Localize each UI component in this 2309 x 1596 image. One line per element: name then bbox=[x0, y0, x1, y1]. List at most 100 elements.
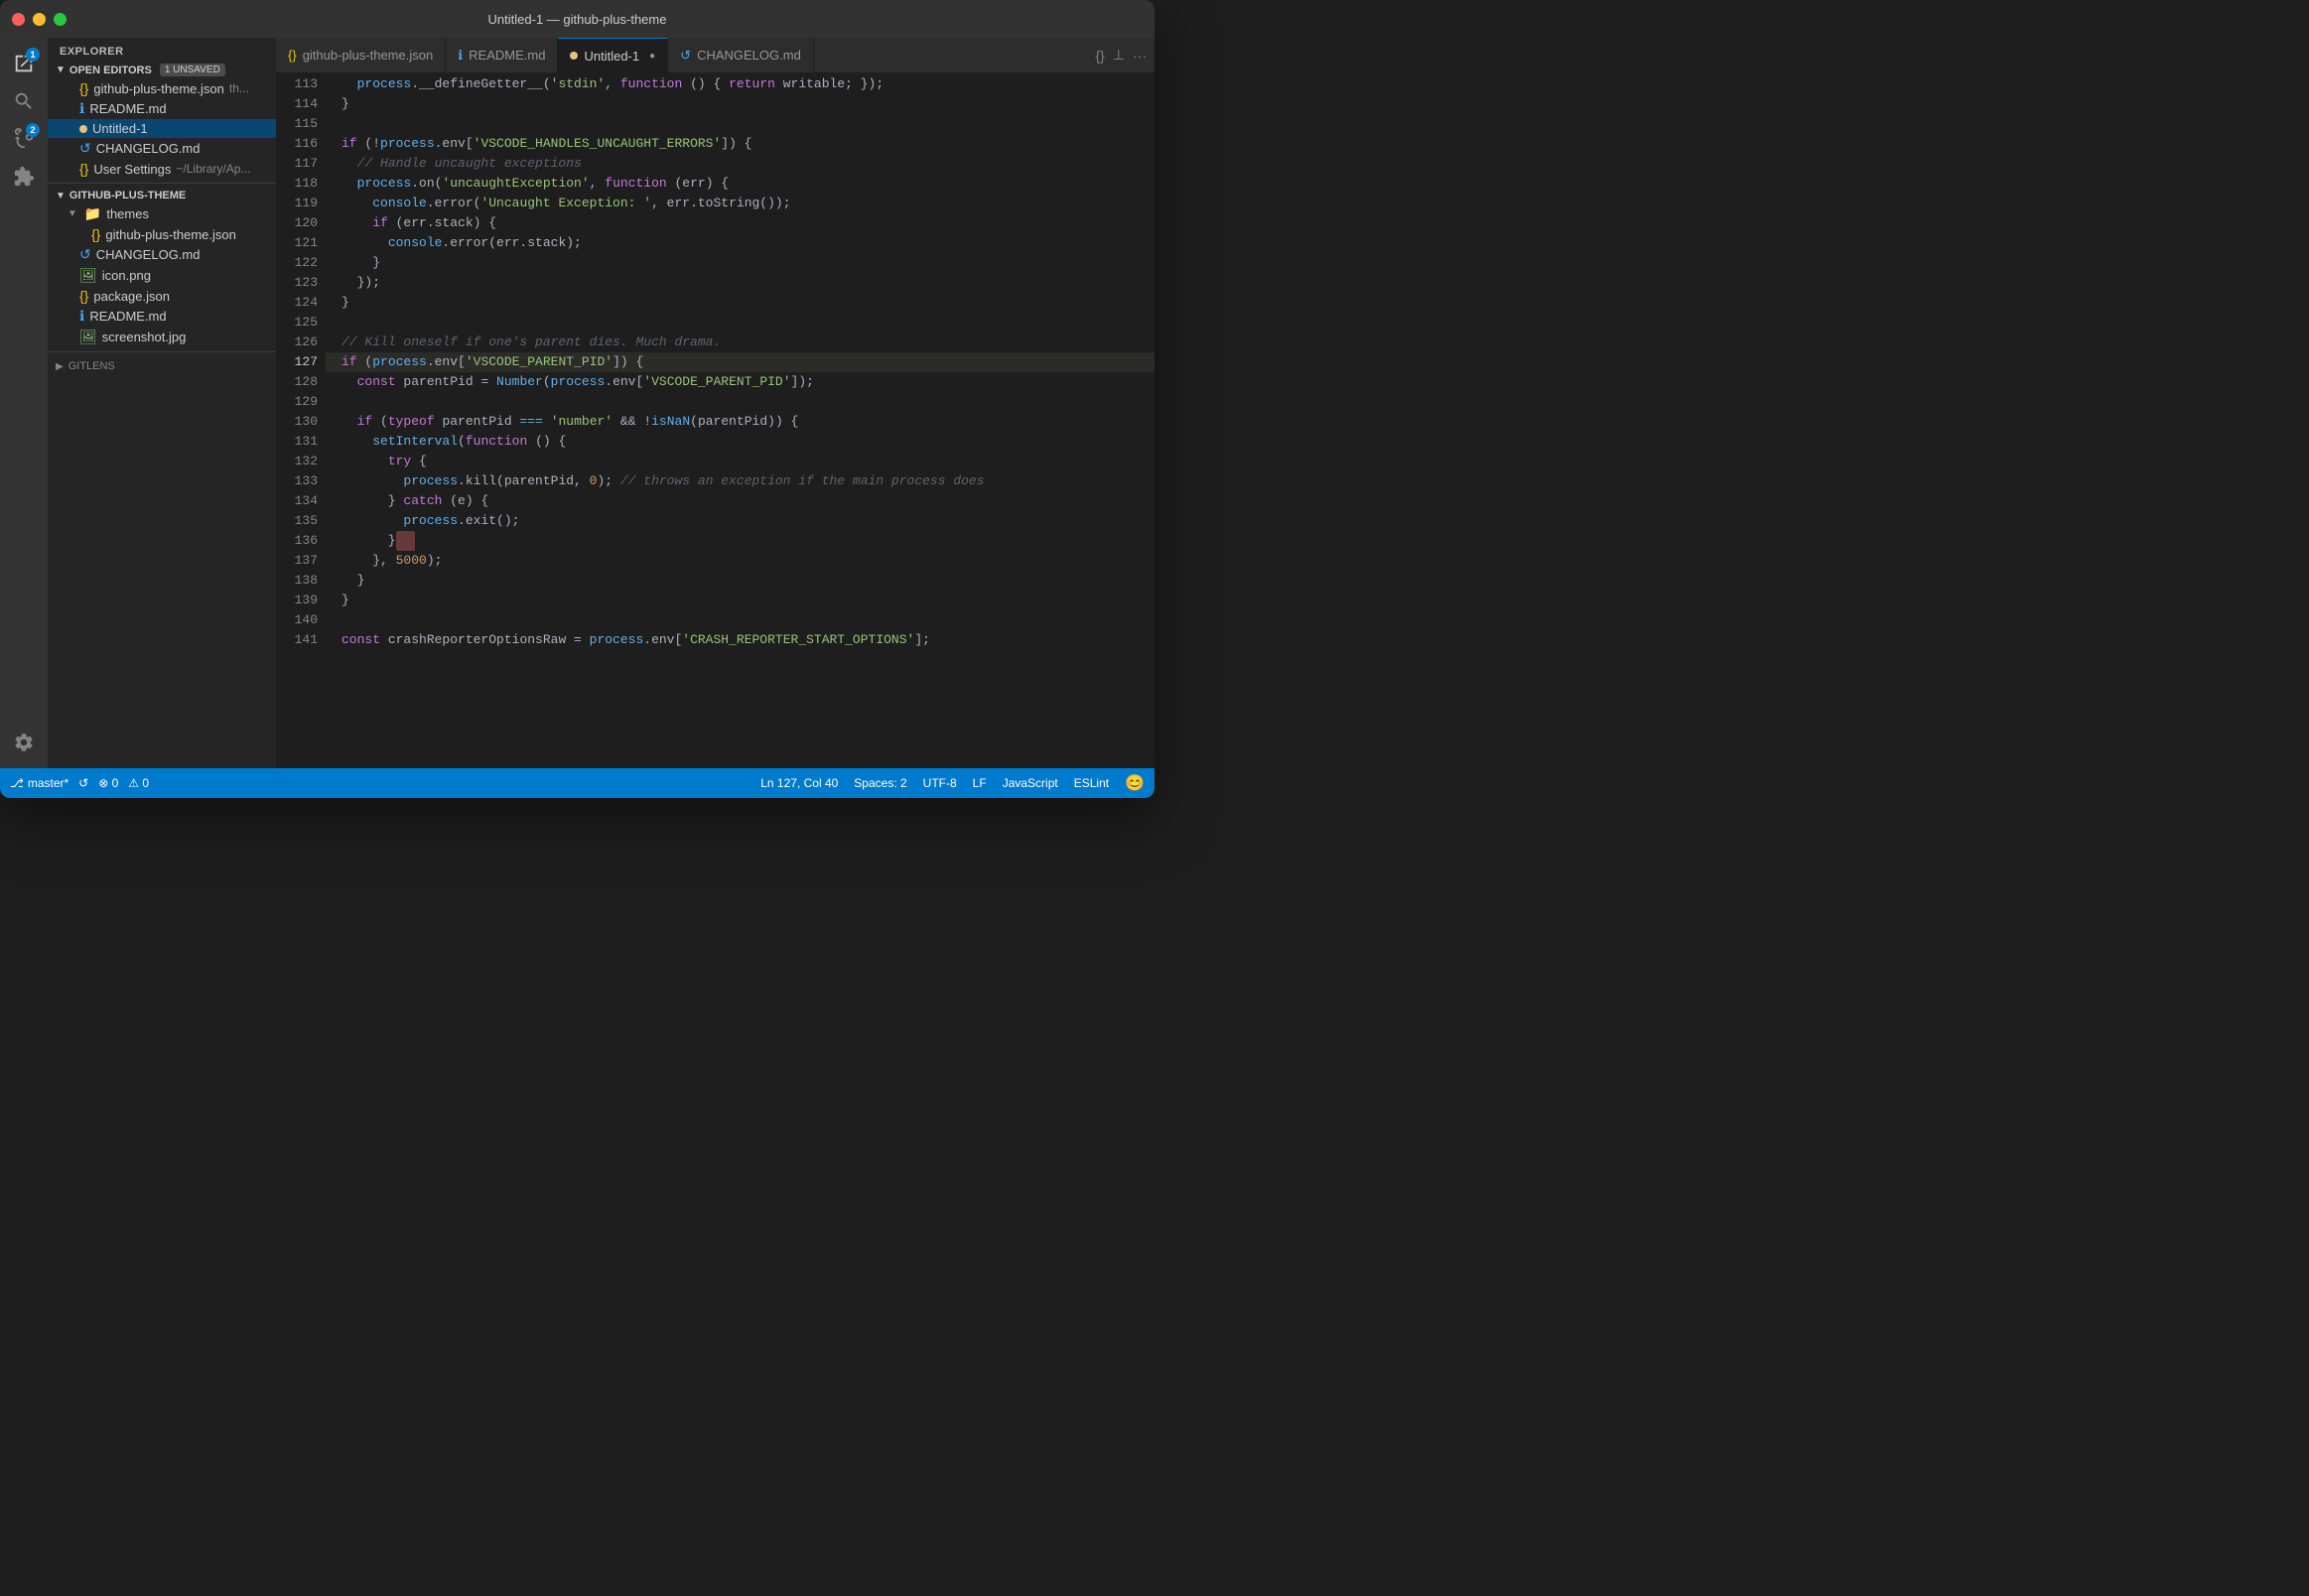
errors-label: ⊗ 0 bbox=[98, 776, 118, 790]
md-file-icon: ℹ bbox=[79, 100, 84, 117]
status-left: ⎇ master* ↺ ⊗ 0 ⚠ 0 bbox=[10, 776, 149, 790]
tab-actions: {} ⊥ ··· bbox=[1087, 47, 1154, 64]
code-line-121: console.error(err.stack); bbox=[326, 233, 1154, 253]
line-num-117: 117 bbox=[276, 154, 318, 174]
tab-untitled-dot bbox=[570, 52, 578, 60]
encoding-status[interactable]: UTF-8 bbox=[923, 776, 957, 790]
spaces-label: Spaces: 2 bbox=[854, 776, 906, 790]
project-package-icon: {} bbox=[79, 288, 88, 304]
open-editors-section[interactable]: ▼ OPEN EDITORS 1 UNSAVED bbox=[48, 62, 276, 78]
search-activity-icon[interactable] bbox=[6, 83, 42, 119]
tab-readme-label: README.md bbox=[469, 48, 545, 63]
project-changelog-name: CHANGELOG.md bbox=[96, 247, 201, 262]
source-control-badge: 2 bbox=[26, 123, 40, 137]
themes-folder[interactable]: ▼ 📁 themes bbox=[48, 203, 276, 224]
project-readme-icon: ℹ bbox=[79, 308, 84, 325]
code-line-126: // Kill oneself if one's parent dies. Mu… bbox=[326, 332, 1154, 352]
sync-icon: ↺ bbox=[78, 776, 88, 790]
project-package[interactable]: {} package.json bbox=[48, 286, 276, 306]
open-editor-readme-name: README.md bbox=[89, 101, 166, 116]
errors-status[interactable]: ⊗ 0 bbox=[98, 776, 118, 790]
project-screenshot-icon: 🖼 bbox=[79, 329, 97, 345]
line-num-113: 113 bbox=[276, 74, 318, 94]
settings-activity-icon[interactable] bbox=[6, 725, 42, 760]
open-editor-untitled[interactable]: Untitled-1 bbox=[48, 119, 276, 138]
code-line-128: const parentPid = Number(process.env['VS… bbox=[326, 372, 1154, 392]
tab-readme-icon: ℹ bbox=[458, 48, 463, 64]
line-num-133: 133 bbox=[276, 471, 318, 491]
language-status[interactable]: JavaScript bbox=[1003, 776, 1058, 790]
open-editor-readme[interactable]: ℹ README.md bbox=[48, 98, 276, 119]
branch-status[interactable]: ⎇ master* bbox=[10, 776, 68, 790]
open-editors-label: OPEN EDITORS bbox=[69, 65, 152, 76]
code-line-141: const crashReporterOptionsRaw = process.… bbox=[326, 630, 1154, 650]
project-readme[interactable]: ℹ README.md bbox=[48, 306, 276, 327]
line-num-124: 124 bbox=[276, 293, 318, 313]
explorer-activity-icon[interactable]: 1 bbox=[6, 46, 42, 81]
line-num-123: 123 bbox=[276, 273, 318, 293]
position-status[interactable]: Ln 127, Col 40 bbox=[760, 776, 838, 790]
code-line-135: process.exit(); bbox=[326, 511, 1154, 531]
warnings-status[interactable]: ⚠ 0 bbox=[128, 776, 149, 790]
code-line-127: if (process.env['VSCODE_PARENT_PID']) { bbox=[326, 352, 1154, 372]
open-editor-json[interactable]: {} github-plus-theme.json th... bbox=[48, 78, 276, 98]
open-editor-json-preview: th... bbox=[229, 81, 249, 95]
split-editor-icon[interactable]: {} bbox=[1095, 48, 1104, 64]
line-num-132: 132 bbox=[276, 452, 318, 471]
project-screenshot-name: screenshot.jpg bbox=[102, 330, 187, 344]
smiley-status[interactable]: 😊 bbox=[1125, 773, 1145, 793]
tab-json[interactable]: {} github-plus-theme.json bbox=[276, 38, 446, 72]
project-label: GITHUB-PLUS-THEME bbox=[69, 190, 186, 201]
line-num-115: 115 bbox=[276, 114, 318, 134]
line-num-122: 122 bbox=[276, 253, 318, 273]
status-right: Ln 127, Col 40 Spaces: 2 UTF-8 LF JavaSc… bbox=[760, 773, 1145, 793]
line-num-125: 125 bbox=[276, 313, 318, 332]
line-ending-status[interactable]: LF bbox=[973, 776, 987, 790]
more-actions-icon[interactable]: ··· bbox=[1133, 48, 1147, 64]
json-file-icon: {} bbox=[79, 80, 88, 96]
code-line-132: try { bbox=[326, 452, 1154, 471]
line-num-135: 135 bbox=[276, 511, 318, 531]
code-line-133: process.kill(parentPid, 0); // throws an… bbox=[326, 471, 1154, 491]
tab-changelog-label: CHANGELOG.md bbox=[697, 48, 801, 63]
gitlens-label: GITLENS bbox=[68, 360, 115, 372]
extensions-activity-icon[interactable] bbox=[6, 159, 42, 195]
folder-icon: 📁 bbox=[84, 205, 101, 222]
project-readme-name: README.md bbox=[89, 309, 166, 324]
project-json[interactable]: {} github-plus-theme.json bbox=[48, 224, 276, 244]
maximize-button[interactable] bbox=[54, 13, 67, 26]
open-editor-settings[interactable]: {} User Settings ~/Library/Ap... bbox=[48, 159, 276, 179]
project-changelog[interactable]: ↺ CHANGELOG.md bbox=[48, 244, 276, 265]
toggle-panel-icon[interactable]: ⊥ bbox=[1113, 47, 1125, 64]
bottom-divider bbox=[48, 351, 276, 352]
project-section[interactable]: ▼ GITHUB-PLUS-THEME bbox=[48, 188, 276, 203]
tab-untitled[interactable]: Untitled-1 ● bbox=[558, 38, 668, 72]
project-screenshot[interactable]: 🖼 screenshot.jpg bbox=[48, 327, 276, 347]
code-line-124: } bbox=[326, 293, 1154, 313]
tab-changelog[interactable]: ↺ CHANGELOG.md bbox=[668, 38, 814, 72]
linter-status[interactable]: ESLint bbox=[1074, 776, 1109, 790]
project-icon[interactable]: 🖼 icon.png bbox=[48, 265, 276, 286]
tab-untitled-label: Untitled-1 bbox=[584, 49, 639, 64]
open-editor-untitled-name: Untitled-1 bbox=[92, 121, 148, 136]
line-num-120: 120 bbox=[276, 213, 318, 233]
code-line-136: } bbox=[326, 531, 1154, 551]
window: Untitled-1 — github-plus-theme 1 2 bbox=[0, 0, 1154, 798]
open-editor-changelog[interactable]: ↺ CHANGELOG.md bbox=[48, 138, 276, 159]
line-num-130: 130 bbox=[276, 412, 318, 432]
line-numbers: 113 114 115 116 117 118 119 120 121 122 … bbox=[276, 72, 326, 768]
project-icon-name: icon.png bbox=[102, 268, 151, 283]
code-line-115 bbox=[326, 114, 1154, 134]
tab-json-icon: {} bbox=[288, 48, 297, 63]
gitlens-section[interactable]: ▶ GITLENS bbox=[48, 356, 276, 376]
code-area[interactable]: process.__defineGetter__('stdin', functi… bbox=[326, 72, 1154, 768]
branch-label: master* bbox=[28, 776, 68, 790]
code-line-137: }, 5000); bbox=[326, 551, 1154, 571]
tab-readme[interactable]: ℹ README.md bbox=[446, 38, 558, 72]
source-control-activity-icon[interactable]: 2 bbox=[6, 121, 42, 157]
project-changelog-icon: ↺ bbox=[79, 246, 91, 263]
minimize-button[interactable] bbox=[33, 13, 46, 26]
sync-status[interactable]: ↺ bbox=[78, 776, 88, 790]
close-button[interactable] bbox=[12, 13, 25, 26]
spaces-status[interactable]: Spaces: 2 bbox=[854, 776, 906, 790]
